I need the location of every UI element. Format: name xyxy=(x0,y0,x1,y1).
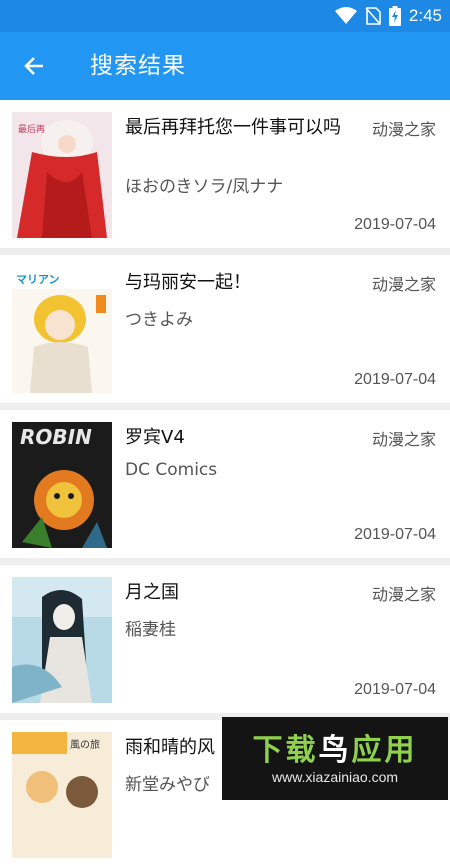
result-item[interactable]: ROBIN 罗宾V4 DC Comics 动漫之家 2019-07-04 xyxy=(0,410,450,558)
comic-author: つきよみ xyxy=(125,310,193,330)
comic-source: 动漫之家 xyxy=(371,275,436,294)
arrow-back-icon xyxy=(24,57,43,75)
comic-cover: 風の旅 xyxy=(12,732,112,858)
comic-author: ほおのきソラ/凤ナナ xyxy=(125,177,284,197)
comic-title: 与玛丽安一起！ xyxy=(125,272,251,293)
result-item[interactable]: 最后再 最后再拜托您一件事可以吗 ほおのきソラ/凤ナナ 动漫之家 2019-07… xyxy=(0,100,450,248)
comic-source: 动漫之家 xyxy=(371,120,436,139)
comic-cover: 最后再 xyxy=(12,112,112,238)
comic-cover: マリアン xyxy=(12,267,112,393)
comic-cover xyxy=(12,577,112,703)
comic-author: 新堂みやび xyxy=(125,775,210,795)
svg-text:マリアン: マリアン xyxy=(16,273,60,286)
comic-cover: ROBIN xyxy=(12,422,112,548)
comic-date: 2019-07-04 xyxy=(354,681,436,698)
comic-date: 2019-07-04 xyxy=(354,216,436,233)
watermark-title: 下载鸟应用 xyxy=(252,733,418,768)
no-sim-icon xyxy=(365,7,381,25)
result-item[interactable]: マリアン 与玛丽安一起！ つきよみ 动漫之家 2019-07-04 xyxy=(0,255,450,403)
comic-title: 月之国 xyxy=(125,582,179,603)
comic-title: 罗宾V4 xyxy=(125,427,185,448)
wifi-icon xyxy=(334,7,357,24)
page-title: 搜索结果 xyxy=(90,53,186,79)
watermark-logo: 下载鸟应用 www.xiazainiao.com xyxy=(222,717,448,800)
status-time: 2:45 xyxy=(408,6,442,25)
back-button[interactable] xyxy=(16,48,52,84)
comic-title: 最后再拜托您一件事可以吗 xyxy=(125,117,341,138)
battery-charging-icon xyxy=(388,6,401,26)
svg-text:風の旅: 風の旅 xyxy=(70,738,100,751)
comic-author: DC Comics xyxy=(125,460,218,480)
comic-date: 2019-07-04 xyxy=(354,526,436,543)
watermark-url: www.xiazainiao.com xyxy=(271,769,399,785)
comic-source: 动漫之家 xyxy=(371,430,436,449)
result-item[interactable]: 月之国 稲妻桂 动漫之家 2019-07-04 xyxy=(0,565,450,713)
status-bar: 2:45 xyxy=(0,0,450,32)
app-bar: 搜索结果 xyxy=(0,32,450,100)
status-icons: 2:45 xyxy=(334,0,442,32)
comic-source: 动漫之家 xyxy=(371,585,436,604)
svg-text:最后再: 最后再 xyxy=(18,124,45,135)
svg-text:ROBIN: ROBIN xyxy=(20,425,92,449)
comic-date: 2019-07-04 xyxy=(354,371,436,388)
comic-author: 稲妻桂 xyxy=(125,620,176,640)
